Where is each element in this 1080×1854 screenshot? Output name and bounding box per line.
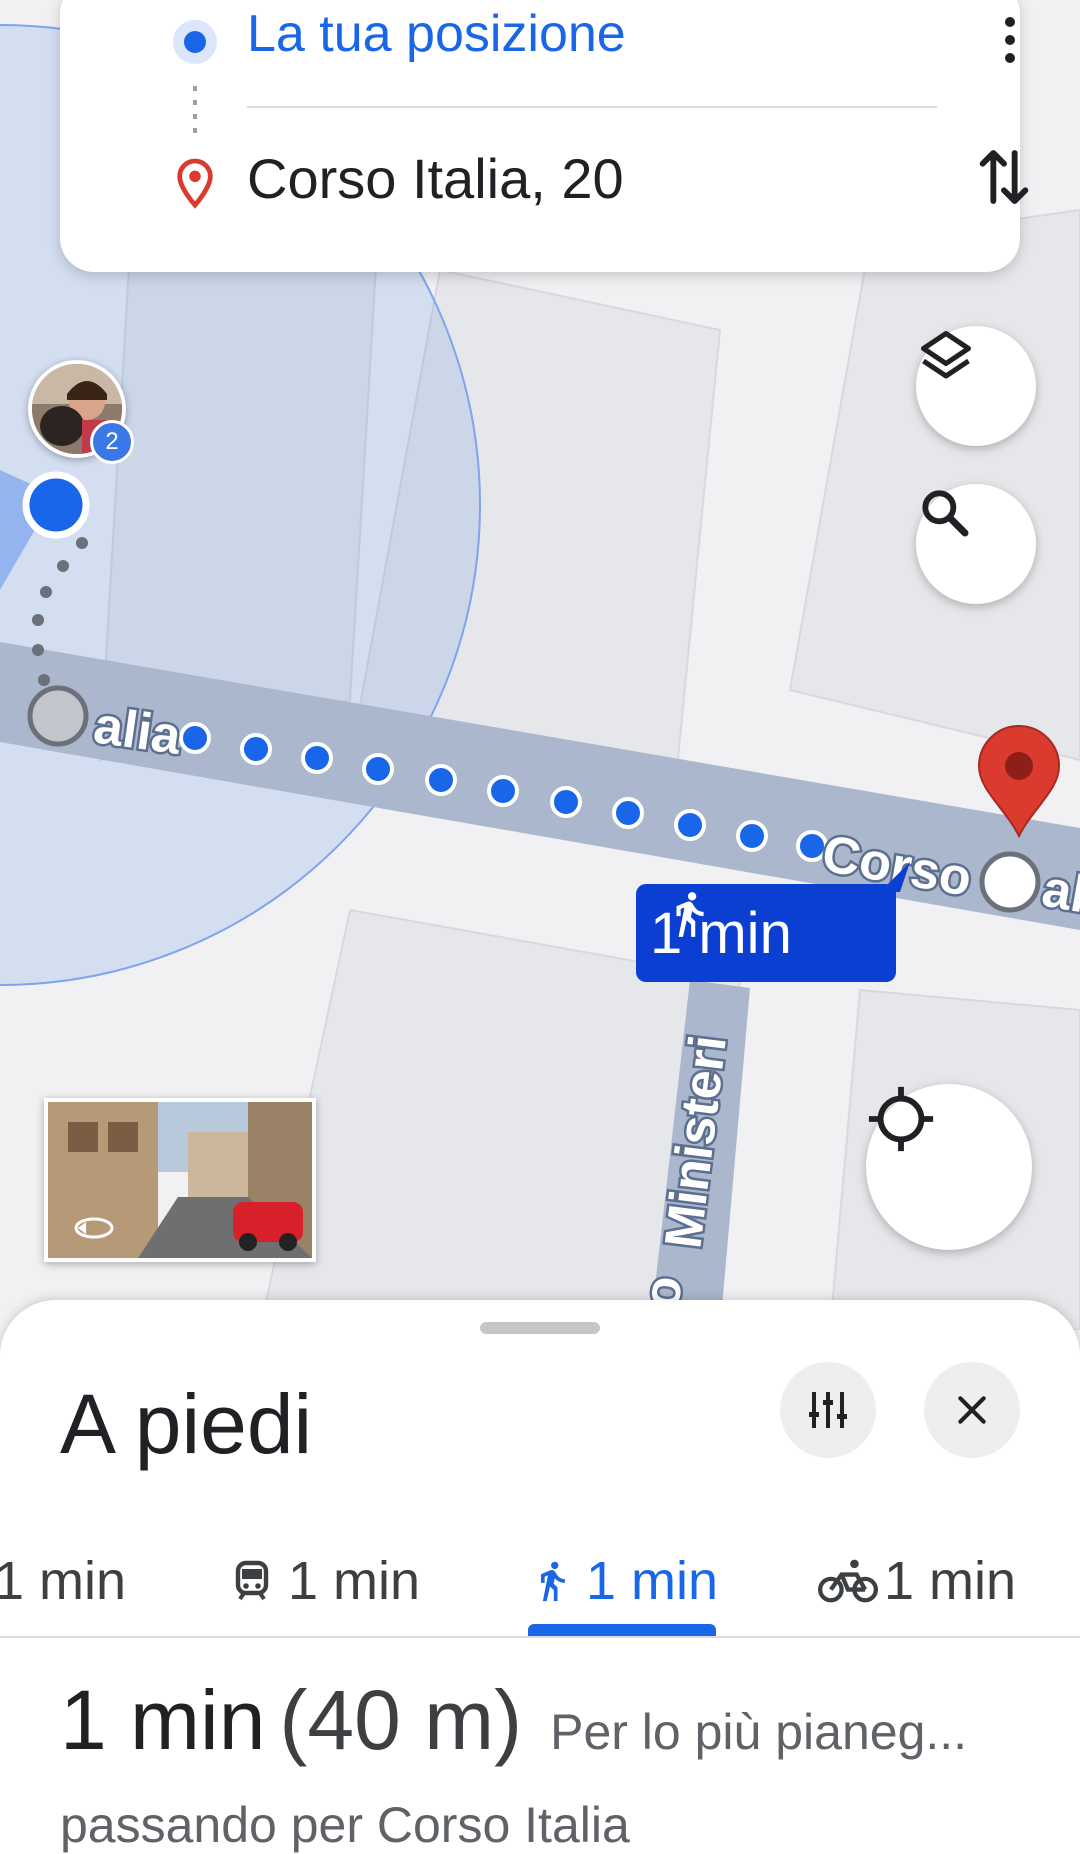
street-label: alia: [90, 696, 185, 766]
tab-walk[interactable]: 1 min: [530, 1550, 718, 1612]
directions-card: La tua posizione Corso Italia, 20: [60, 0, 1029, 272]
tab-drive[interactable]: 1 min: [0, 1550, 126, 1612]
my-location-icon: [868, 1086, 934, 1152]
route-start-marker: [27, 685, 89, 747]
search-icon: [922, 490, 969, 537]
route-summary[interactable]: 1 min (40 m) Per lo più pianeg...: [60, 1672, 967, 1792]
close-button[interactable]: [924, 1362, 1020, 1458]
route-time-chip[interactable]: 1 min: [636, 884, 896, 982]
tab-bike-label: 1 min: [884, 1551, 1017, 1611]
layers-icon: [921, 331, 971, 379]
avatar-count-badge: 2: [90, 420, 134, 464]
tab-bike[interactable]: 1 min: [818, 1550, 1016, 1612]
active-tab-indicator: [528, 1624, 716, 1636]
street-view-thumbnail[interactable]: [44, 1098, 316, 1262]
tabs-divider: [0, 1636, 1080, 1638]
sheet-drag-handle[interactable]: [480, 1322, 600, 1334]
route-via: passando per Corso Italia: [60, 1797, 630, 1853]
travel-mode-title: A piedi: [60, 1377, 313, 1471]
origin-location-icon: [173, 20, 217, 64]
my-location-button[interactable]: [866, 1084, 1032, 1250]
search-along-route-button[interactable]: [916, 484, 1036, 604]
tune-icon: [809, 1392, 847, 1428]
swap-route-button[interactable]: [972, 142, 1036, 212]
swap-vertical-icon: [979, 150, 1029, 204]
bike-icon: [818, 1559, 878, 1603]
route-distance: (40 m): [279, 1673, 523, 1767]
travel-mode-tabs: 1 min 1 min 1 min 1 min: [0, 1520, 1080, 1638]
destination-marker-icon: [177, 158, 213, 209]
chip-pointer: [880, 862, 910, 892]
layers-button[interactable]: [916, 326, 1036, 446]
rotate-360-icon: [74, 1217, 114, 1239]
tab-drive-label: 1 min: [0, 1551, 127, 1611]
route-end-marker: [979, 851, 1041, 913]
route-connector: [193, 86, 197, 134]
route-description: Per lo più pianeg...: [550, 1704, 968, 1760]
destination-field[interactable]: Corso Italia, 20: [247, 146, 624, 211]
more-options-button[interactable]: [990, 10, 1030, 70]
origin-field[interactable]: La tua posizione: [247, 4, 626, 64]
more-vert-icon: [1005, 17, 1015, 63]
current-location-dot: [22, 471, 90, 539]
transit-icon: [235, 1560, 269, 1601]
tab-walk-label: 1 min: [586, 1551, 719, 1611]
tab-transit[interactable]: 1 min: [228, 1550, 420, 1612]
tab-transit-label: 1 min: [288, 1551, 421, 1611]
directions-bottom-sheet: A piedi 1 min 1 min 1 min 1 min 1 min (4…: [0, 1300, 1080, 1854]
route-duration: 1 min: [60, 1673, 266, 1767]
field-divider: [247, 106, 937, 108]
close-icon: [958, 1396, 986, 1424]
walk-icon: [541, 1561, 565, 1602]
walk-icon: [676, 892, 704, 937]
route-options-button[interactable]: [780, 1362, 876, 1458]
